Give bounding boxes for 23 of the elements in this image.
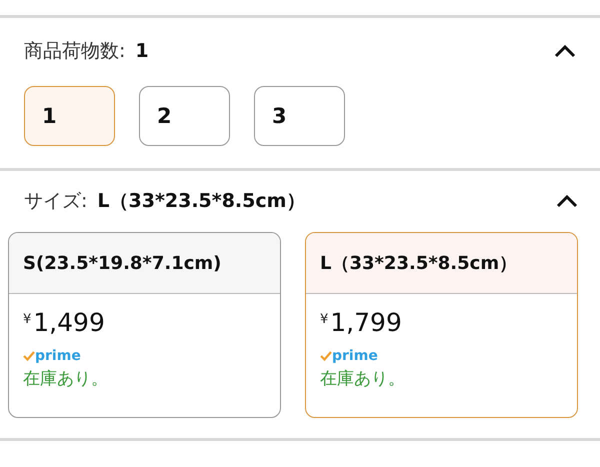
selected-value: 1 xyxy=(135,40,149,62)
prime-label: prime xyxy=(35,348,81,364)
chevron-up-icon[interactable] xyxy=(554,44,576,58)
prime-label: prime xyxy=(332,348,378,364)
section-label: サイズ: xyxy=(24,189,88,214)
section-label: 商品荷物数: xyxy=(24,39,126,64)
selected-value: L（33*23.5*8.5cm） xyxy=(97,189,306,214)
price: 1,799 xyxy=(330,308,402,337)
chevron-up-icon[interactable] xyxy=(556,194,578,208)
check-icon xyxy=(320,351,332,361)
size-label: L（33*23.5*8.5cm） xyxy=(320,252,518,275)
currency-symbol: ¥ xyxy=(320,312,328,327)
size-option-card[interactable]: S(23.5*19.8*7.1cm) ¥1,499 prime 在庫あり。 xyxy=(8,232,281,418)
size-option-card[interactable]: L（33*23.5*8.5cm） ¥1,799 prime 在庫あり。 xyxy=(305,232,578,418)
quantity-option[interactable]: 2 xyxy=(139,86,230,146)
check-icon xyxy=(23,351,35,361)
size-label: S(23.5*19.8*7.1cm) xyxy=(23,252,222,274)
currency-symbol: ¥ xyxy=(23,312,32,327)
stock-status: 在庫あり。 xyxy=(23,368,109,390)
quantity-option[interactable]: 1 xyxy=(24,86,115,146)
stock-status: 在庫あり。 xyxy=(320,368,406,390)
price: 1,499 xyxy=(33,308,105,337)
quantity-option[interactable]: 3 xyxy=(254,86,345,146)
